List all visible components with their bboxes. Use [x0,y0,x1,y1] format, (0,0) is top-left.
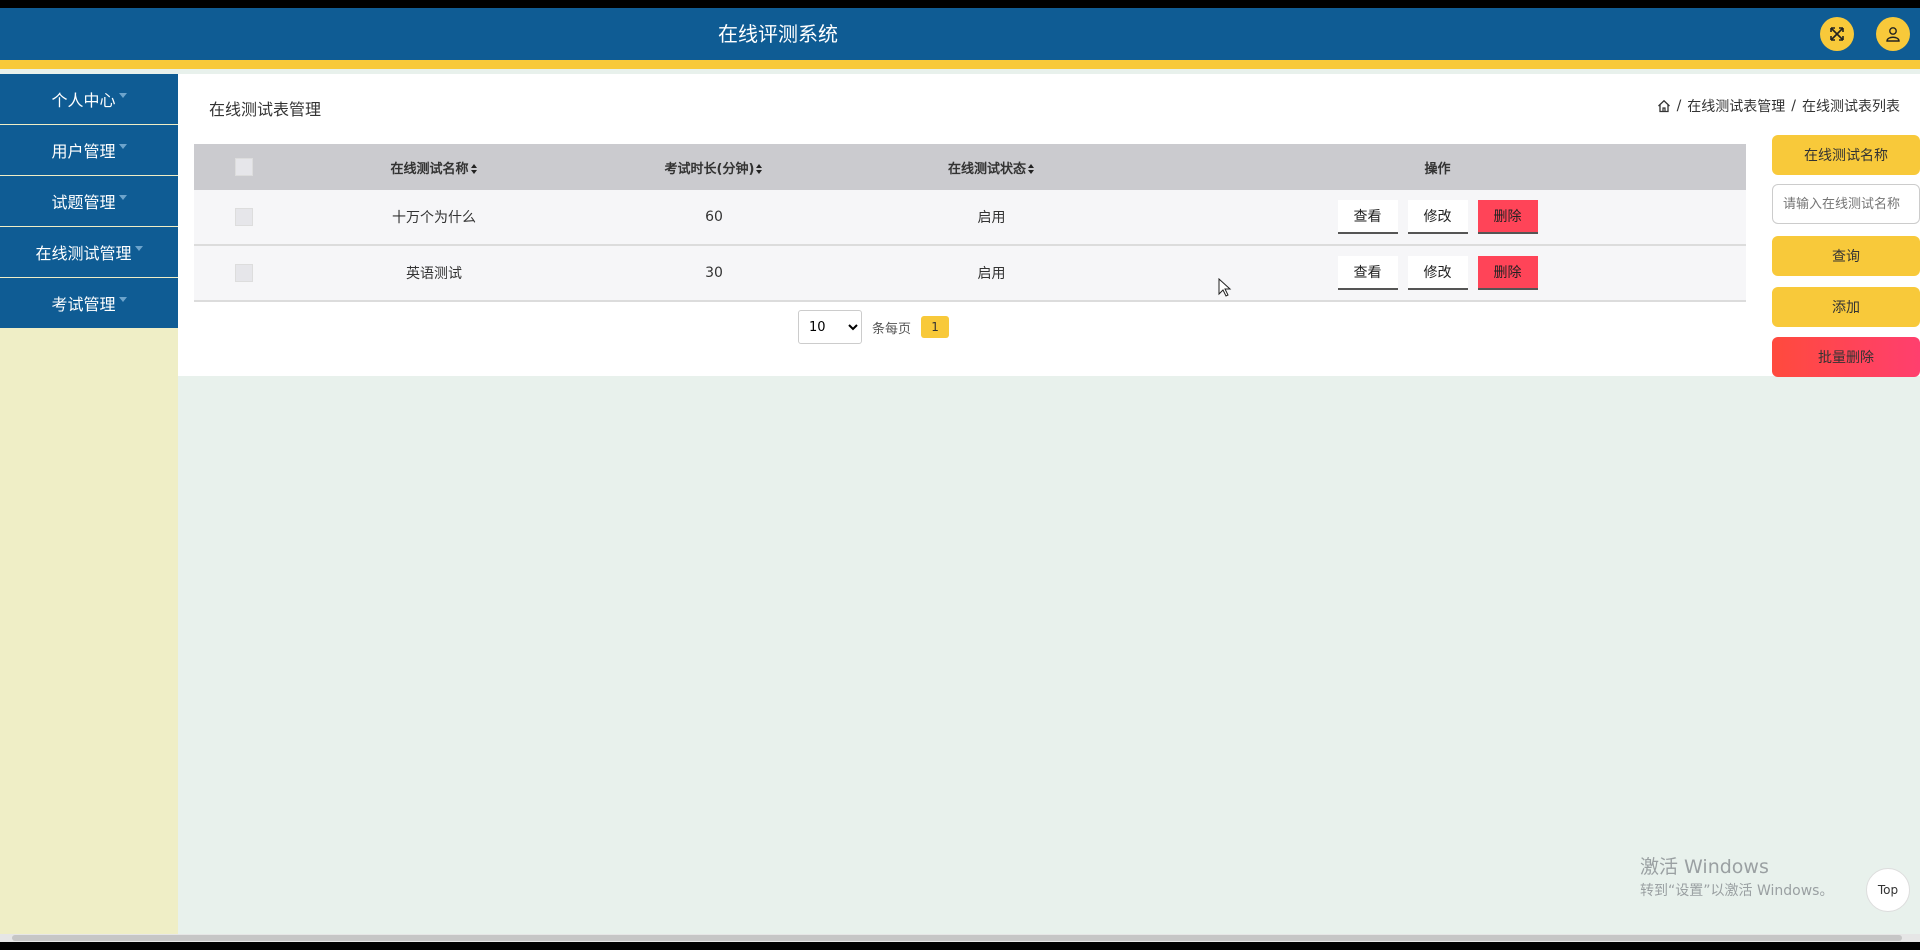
user-button[interactable] [1876,17,1910,51]
caret-down-icon [118,194,127,200]
breadcrumb-separator: / [1676,98,1682,114]
fullscreen-button[interactable] [1820,17,1854,51]
edit-button[interactable]: 修改 [1407,200,1468,234]
mouse-cursor-icon [1218,278,1232,297]
view-button[interactable]: 查看 [1337,200,1398,234]
user-icon [1886,27,1900,42]
app-title: 在线评测系统 [718,22,838,46]
row-actions: 查看 修改 删除 [1129,200,1746,234]
windows-activation-subtitle: 转到“设置”以激活 Windows。 [1640,883,1834,899]
search-button[interactable]: 查询 [1772,236,1920,276]
view-button[interactable]: 查看 [1337,256,1398,290]
edit-button[interactable]: 修改 [1407,256,1468,290]
sidebar-item-label: 考试管理 [51,295,116,314]
sidebar-item-personal-center[interactable]: 个人中心 [0,74,178,124]
horizontal-scrollbar[interactable] [0,934,1920,942]
row-check-cell [194,264,294,282]
caret-down-icon [118,296,127,302]
data-table: 在线测试名称 考试时长(分钟) 在线测试状态 操作 十万个为什么 60 启用 查 [194,144,1746,302]
sidebar-item-user-management[interactable]: 用户管理 [0,125,178,175]
breadcrumb: / 在线测试表管理 / 在线测试表列表 [1657,96,1900,116]
add-button[interactable]: 添加 [1772,287,1920,327]
cell-name: 英语测试 [406,266,462,282]
page-title: 在线测试表管理 [209,100,322,119]
table-row: 十万个为什么 60 启用 查看 修改 删除 [194,190,1746,246]
page-size-select[interactable]: 10 [798,310,862,344]
pagination: 10 条每页 1 [798,310,950,344]
sidebar-item-label: 个人中心 [51,91,116,110]
cell-duration: 60 [705,209,723,225]
sidebar-item-label: 用户管理 [51,142,116,161]
column-header-status[interactable]: 在线测试状态 [854,158,1129,177]
column-header-label: 考试时长(分钟) [664,161,755,177]
cell-status: 启用 [977,266,1006,282]
column-header-label: 在线测试状态 [947,161,1026,177]
page-number-button[interactable]: 1 [921,316,950,338]
top-header: 在线评测系统 [0,8,1920,60]
sidebar-item-exam-management[interactable]: 考试管理 [0,278,178,328]
header-check-cell [194,158,294,176]
caret-down-icon [118,143,127,149]
cell-status: 启用 [977,210,1006,226]
column-header-label: 在线测试名称 [390,161,469,177]
cell-name: 十万个为什么 [392,210,476,226]
breadcrumb-separator: / [1791,98,1796,114]
sidebar-item-label: 在线测试管理 [35,244,132,263]
sort-icon [1028,164,1034,174]
windows-activation-title: 激活 Windows [1640,856,1769,878]
delete-button[interactable]: 删除 [1477,200,1538,234]
header-accent-stripe [0,60,1920,69]
table-header-row: 在线测试名称 考试时长(分钟) 在线测试状态 操作 [194,144,1746,190]
per-page-label: 条每页 [872,321,912,337]
sidebar: 个人中心 用户管理 试题管理 在线测试管理 考试管理 [0,74,178,942]
sort-icon [756,164,763,174]
cell-duration: 30 [705,265,723,281]
caret-down-icon [118,92,127,98]
row-checkbox[interactable] [235,264,253,282]
table-row: 英语测试 30 启用 查看 修改 删除 [194,246,1746,302]
breadcrumb-item[interactable]: 在线测试表管理 [1687,96,1785,116]
select-all-checkbox[interactable] [235,158,253,176]
sidebar-item-label: 试题管理 [51,193,116,212]
filter-label-button[interactable]: 在线测试名称 [1772,135,1920,175]
column-header-duration[interactable]: 考试时长(分钟) [574,158,854,177]
delete-button[interactable]: 删除 [1477,256,1538,290]
column-header-ops: 操作 [1424,161,1451,177]
scrollbar-thumb[interactable] [12,935,1902,941]
home-icon[interactable] [1657,99,1671,113]
expand-icon [1830,27,1844,41]
breadcrumb-item-current: 在线测试表列表 [1802,99,1900,115]
search-input[interactable] [1772,184,1920,224]
back-to-top-button[interactable]: Top [1866,868,1910,912]
caret-down-icon [134,245,143,251]
app-window: 在线评测系统 个人中心 用户管理 试题管理 在线测试管理 考试管理 在线测试表管… [0,8,1920,942]
row-check-cell [194,208,294,226]
batch-delete-button[interactable]: 批量删除 [1772,337,1920,377]
sort-icon [470,164,477,174]
sidebar-item-question-management[interactable]: 试题管理 [0,176,178,226]
row-checkbox[interactable] [235,208,253,226]
column-header-name[interactable]: 在线测试名称 [294,158,574,177]
main-panel: 在线测试表管理 / 在线测试表管理 / 在线测试表列表 在线测试名称 考试时长(… [178,74,1920,376]
sidebar-item-online-test-management[interactable]: 在线测试管理 [0,227,178,277]
